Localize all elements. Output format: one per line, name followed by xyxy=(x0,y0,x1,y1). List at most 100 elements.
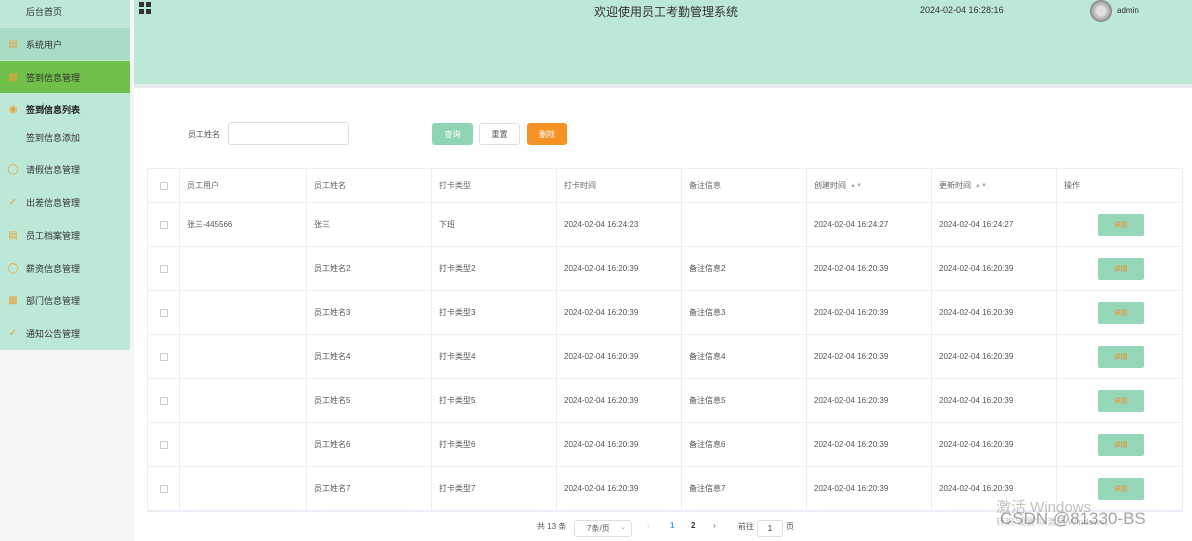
cell-actions: 详情 xyxy=(1057,291,1184,334)
select-all-checkbox[interactable] xyxy=(159,181,168,190)
header-created-time[interactable]: 创建时间 ▲▼ xyxy=(807,169,932,202)
page-title: 欢迎使用员工考勤管理系统 xyxy=(594,5,739,19)
cell-remarks: 备注信息7 xyxy=(682,467,807,510)
sidebar-item-notice-management[interactable]: ✓ 通知公告管理 xyxy=(0,317,130,349)
page-size-select[interactable]: 7条/页 ⌄ xyxy=(574,520,632,537)
document-icon: ▤ xyxy=(8,229,18,241)
cell-punch-type: 打卡类型7 xyxy=(432,467,557,510)
sidebar-item-employee-records[interactable]: ▤ 员工档案管理 xyxy=(0,219,130,251)
avatar[interactable] xyxy=(1090,0,1112,22)
delete-button[interactable]: 删除 xyxy=(527,123,567,145)
menu-toggle-icon[interactable] xyxy=(139,2,151,14)
cell-punch-type: 下班 xyxy=(432,203,557,246)
page-size-value: 7条/页 xyxy=(587,524,610,533)
cell-updated-time: 2024-02-04 16:20:39 xyxy=(932,247,1057,290)
sidebar-item-system-users[interactable]: ▤ 系统用户 xyxy=(0,28,130,60)
sidebar-item-label: 部门信息管理 xyxy=(26,295,81,306)
header-label: 创建时间 xyxy=(814,181,846,190)
goto-label: 前往 xyxy=(738,522,754,531)
sidebar-item-home[interactable]: 后台首页 xyxy=(0,0,130,27)
cell-punch-time: 2024-02-04 16:20:39 xyxy=(557,423,682,466)
sidebar-item-department-management[interactable]: ▩ 部门信息管理 xyxy=(0,284,130,316)
bar-chart-icon: ▩ xyxy=(8,294,18,306)
row-select-cell xyxy=(148,291,180,334)
detail-button[interactable]: 详情 xyxy=(1097,477,1144,500)
goto-page-input[interactable] xyxy=(757,520,783,537)
row-checkbox[interactable] xyxy=(159,440,168,449)
cell-remarks xyxy=(682,203,807,246)
cell-punch-time: 2024-02-04 16:20:39 xyxy=(557,467,682,510)
header-employee-name: 员工姓名 xyxy=(307,169,432,202)
row-select-cell xyxy=(148,335,180,378)
sidebar-item-checkin-management[interactable]: ▩ 签到信息管理 xyxy=(0,61,130,93)
detail-button[interactable]: 详情 xyxy=(1097,257,1144,280)
cell-employee-user xyxy=(180,247,307,290)
username-label[interactable]: admin xyxy=(1117,6,1139,15)
cell-remarks: 备注信息4 xyxy=(682,335,807,378)
row-select-cell xyxy=(148,247,180,290)
row-checkbox[interactable] xyxy=(159,264,168,273)
bar-chart-icon: ▩ xyxy=(8,71,18,83)
pagination-total: 共 13 条 xyxy=(537,522,567,531)
page-2-button[interactable]: 2 xyxy=(691,521,695,530)
table-row: 员工姓名2 打卡类型2 2024-02-04 16:20:39 备注信息2 2024-0… xyxy=(148,247,1182,291)
header-remarks: 备注信息 xyxy=(682,169,807,202)
employee-name-search-input[interactable] xyxy=(228,122,349,145)
sidebar-item-label: 通知公告管理 xyxy=(26,328,81,339)
row-checkbox[interactable] xyxy=(159,484,168,493)
reset-button[interactable]: 重置 xyxy=(479,123,520,145)
detail-button[interactable]: 详情 xyxy=(1097,213,1144,236)
check-circle-icon: ✓ xyxy=(8,327,18,339)
row-checkbox[interactable] xyxy=(159,352,168,361)
row-checkbox[interactable] xyxy=(159,308,168,317)
row-select-cell xyxy=(148,379,180,422)
next-page-icon[interactable]: › xyxy=(713,521,716,530)
cell-actions: 详情 xyxy=(1057,335,1184,378)
query-button[interactable]: 查询 xyxy=(432,123,473,145)
row-select-cell xyxy=(148,423,180,466)
sidebar-item-label: 后台首页 xyxy=(26,6,63,17)
cell-punch-time: 2024-02-04 16:20:39 xyxy=(557,291,682,334)
cell-created-time: 2024-02-04 16:20:39 xyxy=(807,335,932,378)
cell-punch-time: 2024-02-04 16:20:39 xyxy=(557,247,682,290)
main-content: 员工姓名 查询 重置 删除 员工用户 员工姓名 打卡类型 打卡时间 备注信息 创… xyxy=(134,88,1192,541)
cell-punch-type: 打卡类型5 xyxy=(432,379,557,422)
cell-actions: 详情 xyxy=(1057,379,1184,422)
table-row: 员工姓名4 打卡类型4 2024-02-04 16:20:39 备注信息4 2024-0… xyxy=(148,335,1182,379)
header-actions: 操作 xyxy=(1064,181,1080,190)
cell-remarks: 备注信息5 xyxy=(682,379,807,422)
sidebar-item-checkin-add[interactable]: 签到信息添加 xyxy=(0,121,130,153)
app-window: 后台首页 ▤ 系统用户 ▩ 签到信息管理 ◉ 签到信息列表 签到信息添加 ◯ 请… xyxy=(0,0,1192,541)
sort-icon[interactable]: ▲▼ xyxy=(975,183,987,189)
hand-cursor-icon: ☝ xyxy=(37,101,45,116)
table-header-row: 员工用户 员工姓名 打卡类型 打卡时间 备注信息 创建时间 ▲▼ 更新时间 ▲▼ 操… xyxy=(148,169,1182,203)
cell-punch-type: 打卡类型6 xyxy=(432,423,557,466)
sidebar-item-business-trip-management[interactable]: ✓ 出差信息管理 xyxy=(0,186,130,218)
cell-punch-time: 2024-02-04 16:20:39 xyxy=(557,379,682,422)
detail-button[interactable]: 详情 xyxy=(1097,389,1144,412)
detail-button[interactable]: 详情 xyxy=(1097,433,1144,456)
sidebar-item-leave-management[interactable]: ◯ 请假信息管理 xyxy=(0,153,130,185)
detail-button[interactable]: 详情 xyxy=(1097,301,1144,324)
sort-icon[interactable]: ▲▼ xyxy=(850,183,862,189)
cell-updated-time: 2024-02-04 16:24:27 xyxy=(932,203,1057,246)
table-row: 员工姓名3 打卡类型3 2024-02-04 16:20:39 备注信息3 2024-0… xyxy=(148,291,1182,335)
check-circle-icon: ✓ xyxy=(8,196,18,208)
document-icon: ▤ xyxy=(8,38,18,50)
prev-page-icon[interactable]: ‹ xyxy=(647,521,650,530)
sidebar-item-label: 出差信息管理 xyxy=(26,197,81,208)
cell-created-time: 2024-02-04 16:20:39 xyxy=(807,467,932,510)
header-punch-type: 打卡类型 xyxy=(432,169,557,202)
goto-suffix: 页 xyxy=(786,522,794,531)
header-updated-time[interactable]: 更新时间 ▲▼ xyxy=(932,169,1057,202)
cell-remarks: 备注信息6 xyxy=(682,423,807,466)
sidebar-item-salary-management[interactable]: ◯ 薪资信息管理 xyxy=(0,252,130,284)
row-select-cell xyxy=(148,203,180,246)
cell-actions: 详情 xyxy=(1057,203,1184,246)
row-checkbox[interactable] xyxy=(159,220,168,229)
detail-button[interactable]: 详情 xyxy=(1097,345,1144,368)
cell-punch-type: 打卡类型4 xyxy=(432,335,557,378)
cell-employee-name: 张三 xyxy=(307,203,432,246)
row-checkbox[interactable] xyxy=(159,396,168,405)
page-1-button[interactable]: 1 xyxy=(670,521,674,530)
